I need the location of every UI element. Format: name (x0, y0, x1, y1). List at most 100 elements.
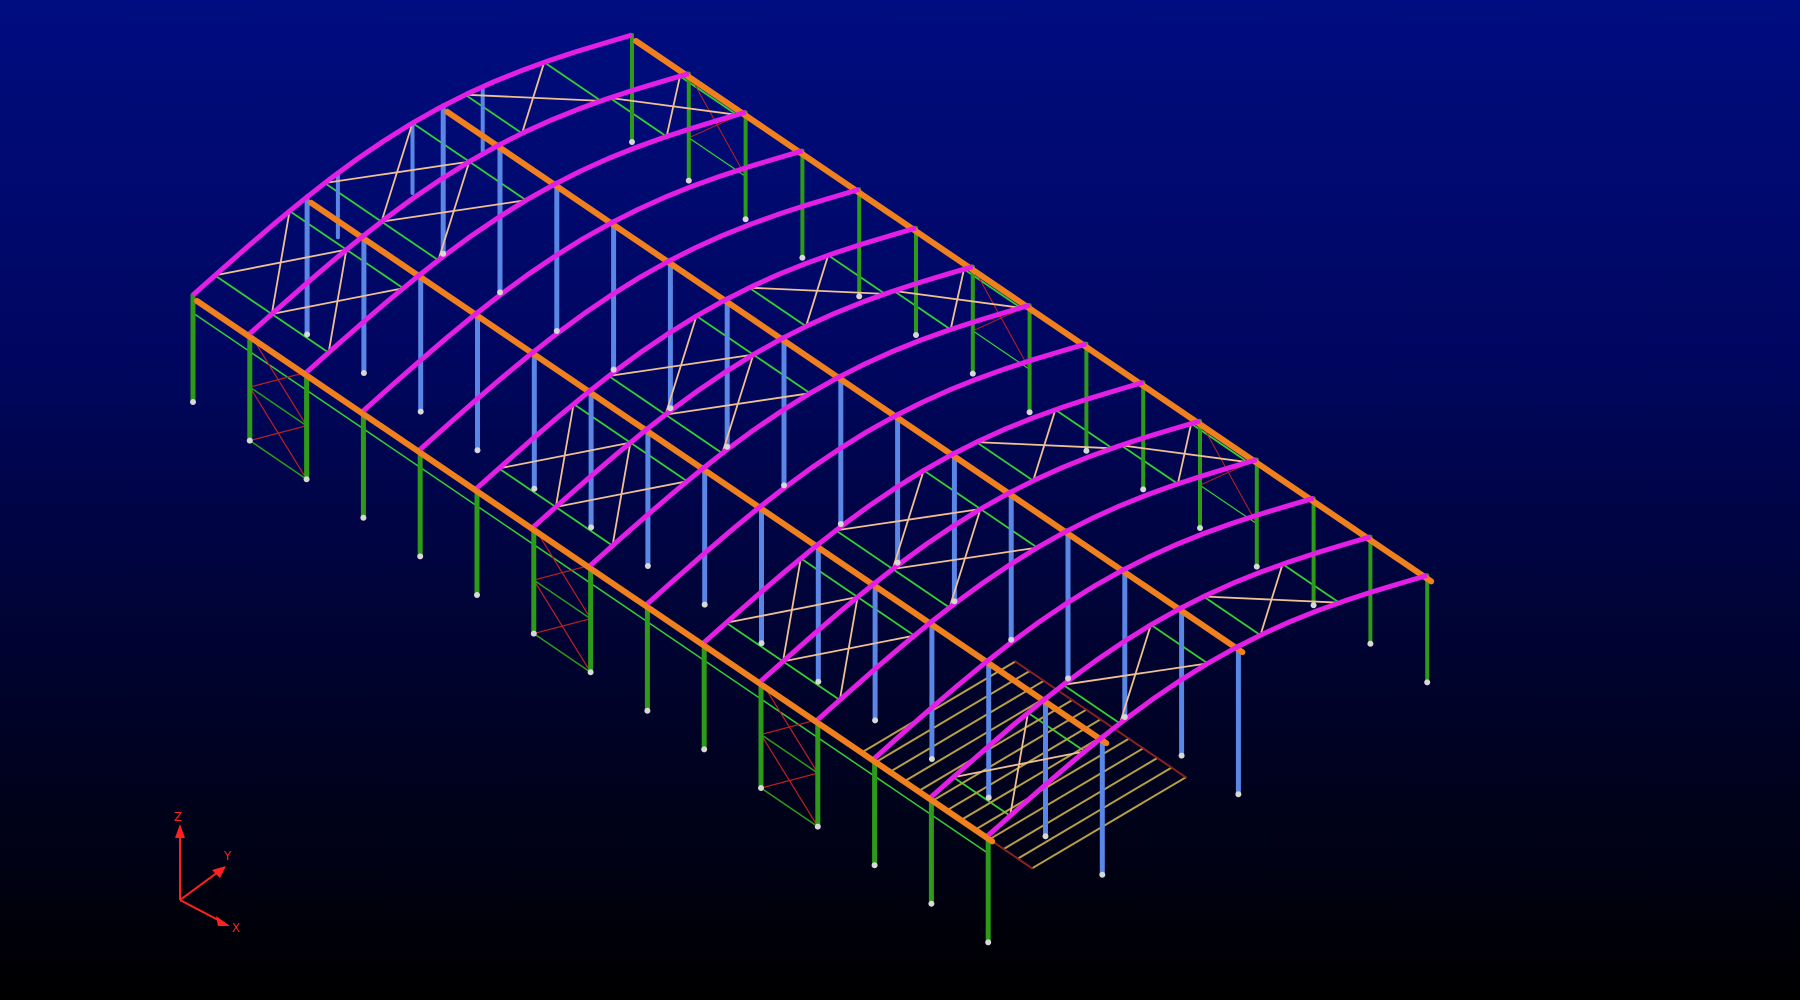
support-node (190, 399, 196, 405)
support-node (1310, 602, 1317, 609)
support-node (1083, 447, 1090, 454)
wall-girt (533, 579, 592, 620)
x-axis-arrow-icon (216, 916, 230, 926)
support-node (474, 592, 480, 598)
z-axis-arrow-icon (175, 824, 185, 838)
floor-joist (1031, 776, 1187, 870)
floor-joist (974, 737, 1130, 831)
support-node (474, 447, 481, 454)
y-axis-arrow-icon (212, 866, 226, 878)
support-node (553, 328, 560, 334)
support-node (1099, 871, 1106, 878)
support-node (587, 669, 594, 676)
support-node (969, 370, 976, 377)
support-node (781, 482, 787, 489)
support-node (360, 514, 367, 521)
support-node (304, 331, 311, 338)
support-node (837, 521, 844, 527)
wall-brace (760, 772, 819, 789)
floor-joist (917, 699, 1074, 793)
x-axis-line (179, 899, 223, 923)
support-node (1367, 640, 1374, 647)
axis-triad: Z Y X (174, 810, 240, 935)
support-node (1042, 833, 1049, 840)
z-axis-label: Z (174, 810, 182, 824)
support-node (417, 553, 424, 560)
wall-girt (249, 386, 308, 427)
roof-strut (497, 467, 557, 508)
support-node (799, 254, 806, 261)
support-node (894, 559, 901, 566)
support-node (246, 437, 253, 444)
support-node (531, 485, 538, 492)
floor-joist-layer (860, 660, 1187, 870)
support-node (724, 443, 731, 450)
support-node (701, 601, 708, 608)
roof-strut (213, 274, 273, 315)
support-node (667, 405, 674, 412)
support-node (985, 794, 992, 801)
support-node (856, 293, 863, 300)
roof-strut (725, 621, 784, 663)
support-node (815, 678, 822, 685)
roof-strut (270, 313, 330, 354)
support-node (417, 408, 424, 415)
roof-strut (572, 403, 632, 444)
support-node (588, 524, 595, 531)
support-node (1424, 679, 1431, 686)
roof-strut (1281, 563, 1341, 604)
support-node (440, 250, 447, 257)
columns-layer (190, 33, 1430, 945)
support-node (758, 785, 764, 791)
roof-strut (827, 254, 886, 295)
wall-brace (533, 618, 592, 635)
support-node (1178, 752, 1185, 759)
floor-joist (860, 660, 1017, 754)
wall-girt (249, 439, 308, 480)
roof-strut (856, 596, 916, 637)
support-node (1008, 636, 1015, 643)
wall-brace (249, 425, 308, 442)
floor-joist (874, 670, 1031, 764)
3d-model-viewport[interactable]: Z Y X (0, 0, 1800, 1000)
wall-girt (760, 733, 819, 774)
support-node (629, 139, 635, 145)
roof-strut (782, 660, 841, 701)
roof-strut (629, 441, 689, 483)
floor-joist (903, 689, 1059, 783)
support-node (814, 823, 821, 830)
support-node (951, 598, 958, 605)
support-node (530, 630, 537, 637)
support-node (928, 756, 935, 762)
roof-bracing-layer (213, 61, 1341, 817)
support-node (1065, 675, 1071, 682)
floor-joist (988, 747, 1145, 841)
support-node (871, 862, 878, 869)
support-node (303, 476, 310, 483)
support-node (872, 717, 879, 724)
roof-strut (554, 506, 614, 547)
x-axis-label: X (232, 921, 240, 935)
roof-strut (799, 557, 859, 598)
support-node (985, 939, 992, 946)
support-node (1121, 714, 1128, 720)
roof-strut (543, 61, 602, 102)
support-node (497, 289, 503, 296)
support-node (1197, 525, 1203, 531)
support-node (1235, 791, 1242, 798)
structural-frame-model[interactable] (0, 0, 1800, 1000)
y-axis-label: Y (223, 849, 232, 863)
support-node (644, 707, 651, 714)
support-node (1253, 563, 1260, 570)
eave-beam (194, 298, 996, 845)
support-node (360, 370, 367, 376)
support-node (928, 900, 935, 907)
support-node (1026, 409, 1033, 416)
roof-strut (1054, 408, 1114, 450)
support-node (644, 563, 651, 569)
floor-joist (1016, 766, 1173, 860)
y-axis-line (179, 871, 219, 901)
support-node (758, 640, 765, 647)
support-node (701, 746, 708, 753)
support-node (913, 332, 919, 338)
